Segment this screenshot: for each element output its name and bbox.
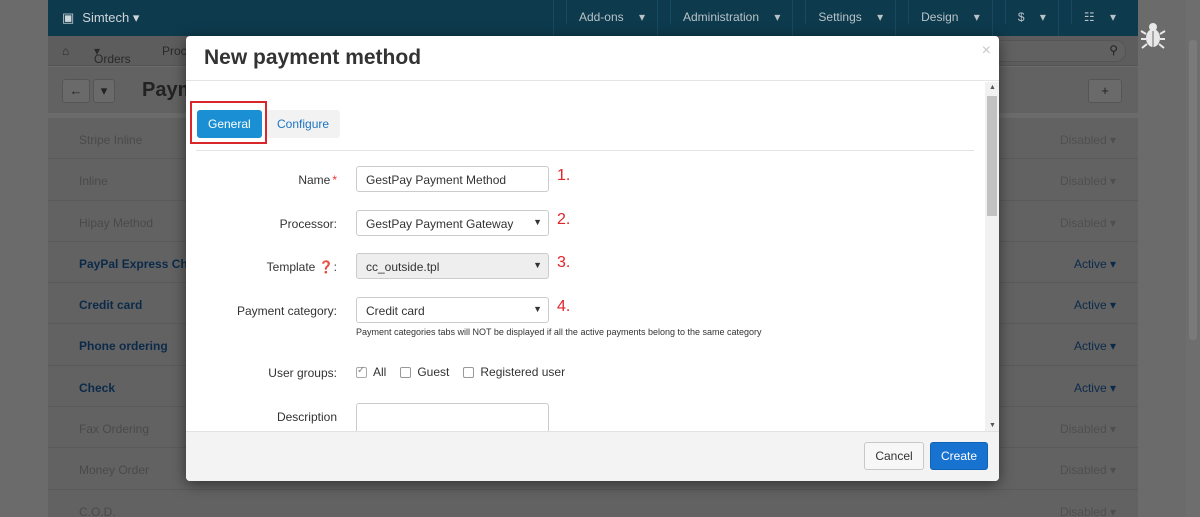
top-navigation-bar: ▣ Simtech ▾ Add-ons ▾ Administration ▾ Se… bbox=[48, 0, 1138, 36]
close-icon[interactable]: × bbox=[982, 42, 991, 60]
checkbox-label[interactable]: All bbox=[373, 365, 386, 379]
nav-orders[interactable]: Orders ▾ bbox=[94, 44, 131, 66]
bug-icon[interactable] bbox=[1140, 20, 1166, 50]
chevron-down-icon: ▼ bbox=[533, 304, 542, 314]
tab-configure[interactable]: Configure bbox=[266, 110, 341, 138]
payment-category-row: Payment category: Credit card ▼ 4. Paymen… bbox=[186, 297, 966, 343]
user-groups-options: All Guest Registered user bbox=[356, 365, 579, 379]
checkbox-label[interactable]: Registered user bbox=[480, 365, 565, 379]
annotation-number: 3. bbox=[557, 254, 571, 271]
chevron-down-icon: ▼ bbox=[533, 260, 542, 270]
menu-administration[interactable]: Administration ▾ bbox=[657, 0, 792, 36]
menu-currency[interactable]: $ ▾ bbox=[991, 0, 1058, 36]
create-button[interactable]: Create bbox=[930, 442, 988, 470]
processor-select[interactable]: GestPay Payment Gateway ▼ bbox=[356, 210, 549, 236]
menu-settings[interactable]: Settings ▾ bbox=[792, 0, 895, 36]
checkbox-label[interactable]: Guest bbox=[417, 365, 449, 379]
menu-design[interactable]: Design ▾ bbox=[895, 0, 992, 36]
cart-icon: ▣ bbox=[62, 10, 75, 25]
chevron-down-icon: ▼ bbox=[533, 217, 542, 227]
menu-addons[interactable]: Add-ons ▾ bbox=[552, 0, 657, 36]
checkbox-guest[interactable] bbox=[400, 366, 412, 378]
back-dropdown-button[interactable]: ▾ bbox=[93, 79, 115, 103]
store-brand[interactable]: ▣ Simtech ▾ bbox=[62, 10, 139, 26]
payment-category-hint: Payment categories tabs will NOT be disp… bbox=[356, 327, 762, 337]
payment-category-label: Payment category: bbox=[236, 304, 337, 318]
back-button[interactable]: ← bbox=[62, 79, 90, 103]
dialog-footer: Cancel Create bbox=[186, 431, 999, 481]
user-icon: ☷ bbox=[1070, 0, 1107, 24]
dialog-header: New payment method × bbox=[186, 36, 999, 81]
name-input[interactable]: GestPay Payment Method bbox=[356, 166, 549, 192]
processor-label: Processor: bbox=[279, 217, 337, 231]
dialog-tabs: General Configure bbox=[196, 107, 974, 151]
description-textarea[interactable] bbox=[356, 403, 549, 431]
add-button[interactable]: + bbox=[1088, 79, 1122, 103]
scrollbar-thumb[interactable] bbox=[987, 96, 997, 216]
name-row: Name * GestPay Payment Method 1. bbox=[186, 166, 966, 194]
home-icon[interactable]: ⌂ bbox=[62, 44, 69, 58]
nav-products-partial[interactable]: Proc bbox=[162, 44, 187, 58]
dialog-scrollbar[interactable]: ▲ ▼ bbox=[985, 82, 999, 431]
template-label: Template ❓: bbox=[266, 260, 337, 274]
dialog-body: General Configure Name * GestPay Payment … bbox=[186, 82, 999, 431]
annotation-highlight-box bbox=[190, 101, 267, 144]
user-groups-row: User groups: All Guest Registered user bbox=[186, 359, 966, 387]
checkbox-registered-user[interactable] bbox=[463, 366, 475, 378]
menu-user[interactable]: ☷ ▾ bbox=[1057, 0, 1128, 36]
template-select[interactable]: cc_outside.tpl ▼ bbox=[356, 253, 549, 279]
processor-row: Processor: GestPay Payment Gateway ▼ 2. bbox=[186, 210, 966, 238]
page-scrollbar[interactable] bbox=[1186, 0, 1200, 517]
name-label: Name * bbox=[298, 173, 337, 187]
scroll-down-icon[interactable]: ▼ bbox=[989, 422, 996, 429]
checkbox-all[interactable] bbox=[356, 365, 367, 378]
payment-category-select[interactable]: Credit card ▼ bbox=[356, 297, 549, 323]
description-label: Description bbox=[276, 410, 337, 424]
cancel-button[interactable]: Cancel bbox=[864, 442, 924, 470]
scroll-up-icon[interactable]: ▲ bbox=[989, 84, 996, 91]
top-menu: Add-ons ▾ Administration ▾ Settings ▾ De… bbox=[552, 0, 1128, 36]
annotation-number: 1. bbox=[557, 167, 571, 184]
dialog-title: New payment method bbox=[204, 46, 422, 69]
new-payment-method-dialog: New payment method × General Configure N… bbox=[186, 36, 999, 481]
annotation-number: 2. bbox=[557, 211, 571, 228]
list-item[interactable]: C.O.D. Disabled ▾ bbox=[48, 489, 1138, 517]
template-row: Template ❓: cc_outside.tpl ▼ 3. bbox=[186, 253, 966, 281]
user-groups-label: User groups: bbox=[268, 366, 337, 380]
description-row: Description bbox=[186, 403, 966, 431]
annotation-number: 4. bbox=[557, 298, 571, 315]
search-icon: ⚲ bbox=[1109, 43, 1118, 57]
help-icon[interactable]: ❓ bbox=[319, 260, 334, 274]
